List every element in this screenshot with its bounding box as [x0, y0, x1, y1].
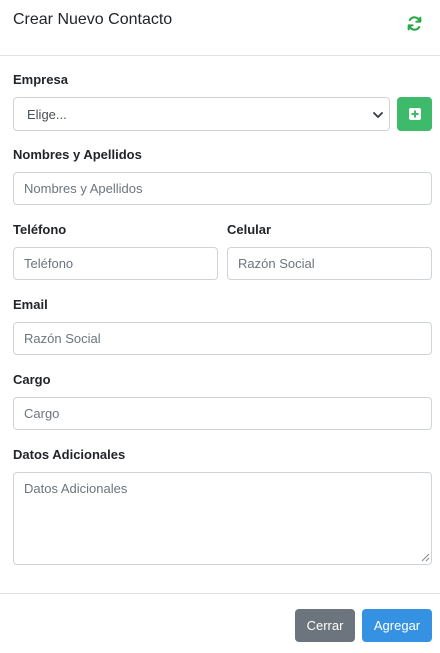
datos-label: Datos Adicionales [13, 447, 126, 462]
create-contact-modal: Crear Nuevo Contacto Empresa Elige... No… [0, 0, 440, 653]
empresa-select-value: Elige... [27, 106, 67, 122]
modal-title: Crear Nuevo Contacto [13, 11, 173, 28]
close-button[interactable]: Cerrar [295, 609, 355, 642]
telefono-label: Teléfono [13, 222, 67, 237]
add-company-button[interactable] [397, 97, 432, 131]
resize-grip-icon[interactable] [420, 552, 430, 562]
celular-input[interactable] [227, 247, 432, 280]
datos-textarea[interactable] [13, 472, 432, 565]
email-input[interactable] [13, 322, 432, 355]
cargo-label: Cargo [13, 372, 51, 387]
refresh-icon [407, 15, 421, 31]
cargo-input[interactable] [13, 397, 432, 430]
modal-header: Crear Nuevo Contacto [0, 0, 440, 56]
empresa-label: Empresa [13, 72, 68, 87]
email-label: Email [13, 297, 48, 312]
nombres-input[interactable] [13, 172, 432, 205]
plus-square-icon [408, 108, 421, 120]
refresh-button[interactable] [404, 13, 424, 33]
telefono-input[interactable] [13, 247, 218, 280]
submit-button[interactable]: Agregar [362, 609, 432, 642]
celular-label: Celular [227, 222, 272, 237]
empresa-select[interactable]: Elige... [13, 97, 390, 131]
nombres-label: Nombres y Apellidos [13, 147, 142, 162]
chevron-down-icon [373, 112, 383, 118]
